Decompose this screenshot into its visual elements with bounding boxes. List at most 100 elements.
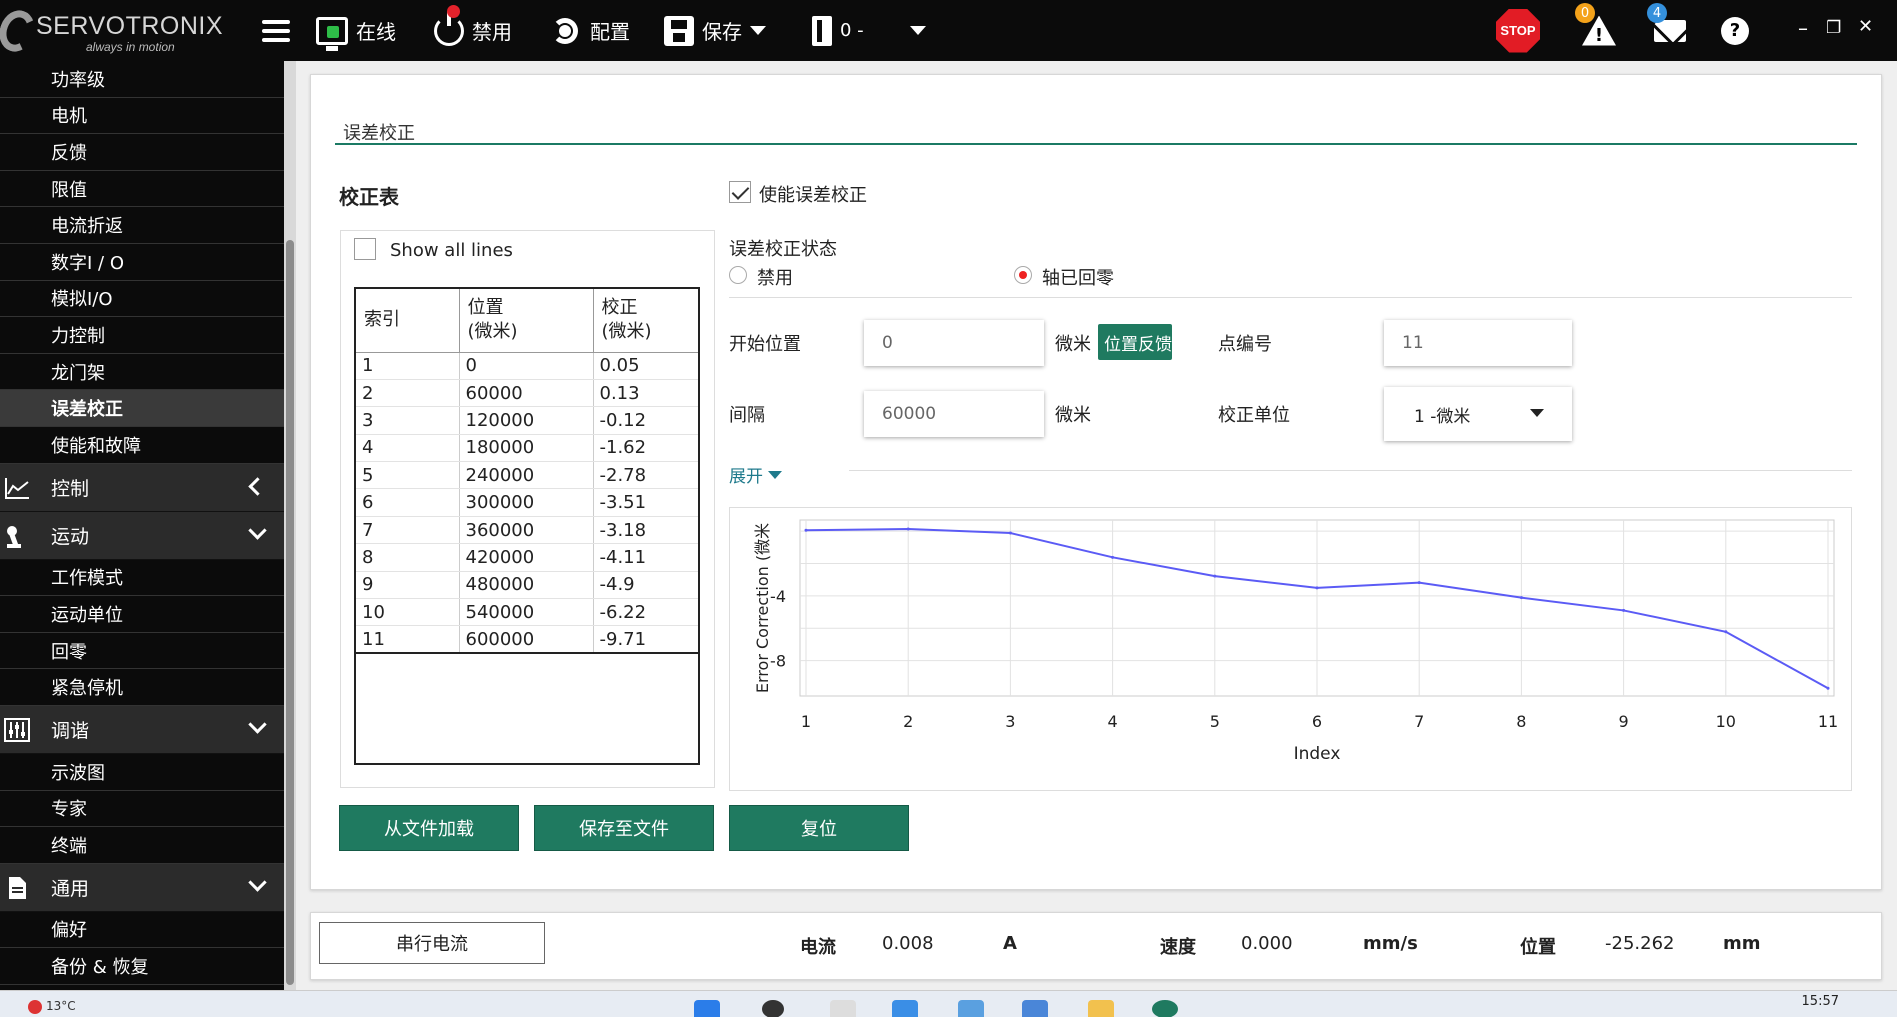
sidebar-item-3[interactable]: 反馈: [0, 134, 284, 171]
document-icon: [9, 876, 26, 899]
sidebar-item-9[interactable]: 龙门架: [0, 354, 284, 391]
sidebar-item-2[interactable]: 电机: [0, 98, 284, 135]
sidebar-tuning-item-3[interactable]: 终端: [0, 827, 284, 864]
enable-correction-checkbox[interactable]: [729, 181, 751, 203]
sidebar-item-4[interactable]: 限值: [0, 171, 284, 208]
sidebar-general-item-1[interactable]: 偏好: [0, 912, 284, 949]
position-feedback-button[interactable]: 位置反馈: [1098, 324, 1172, 360]
logo-brand: SERVOTRONIX: [36, 12, 224, 40]
table-row[interactable]: 6 300000 -3.51: [355, 488, 699, 517]
start-position-input[interactable]: 0: [864, 320, 1044, 366]
sidebar-motion-item-3[interactable]: 回零: [0, 633, 284, 670]
current-value: 0.008: [882, 933, 934, 954]
reset-button[interactable]: 复位: [729, 805, 909, 851]
menu-button[interactable]: [262, 0, 290, 61]
search-icon[interactable]: [762, 1000, 784, 1017]
status-disabled-label: 禁用: [757, 268, 793, 289]
task-view-icon[interactable]: [830, 1000, 856, 1017]
start-position-label: 开始位置: [729, 334, 801, 355]
caret-down-icon: [768, 470, 782, 479]
message-count-badge: 4: [1647, 3, 1667, 23]
table-row[interactable]: 8 420000 -4.11: [355, 543, 699, 572]
col-header-correction: 校正 (微米): [593, 288, 699, 353]
table-row[interactable]: 11 600000 -9.71: [355, 625, 699, 654]
sidebar-motion-item-4[interactable]: 紧急停机: [0, 669, 284, 706]
point-number-input[interactable]: 11: [1384, 320, 1572, 366]
y-tick-label: -4: [770, 587, 786, 606]
table-row[interactable]: 10 540000 -6.22: [355, 598, 699, 627]
sidebar-scroll-thumb[interactable]: [286, 240, 294, 985]
edge-icon[interactable]: [892, 1000, 918, 1017]
restore-button[interactable]: ❐: [1826, 18, 1841, 38]
interval-input[interactable]: 60000: [864, 391, 1044, 437]
close-button[interactable]: ✕: [1858, 16, 1873, 37]
online-button[interactable]: 在线: [316, 0, 396, 61]
table-row[interactable]: 7 360000 -3.18: [355, 516, 699, 545]
weather-widget[interactable]: 13°C: [28, 999, 76, 1014]
power-icon: [434, 4, 464, 46]
sidebar-group-general[interactable]: 通用: [0, 863, 284, 912]
divider: [729, 297, 1852, 298]
top-toolbar: SERVOTRONIX always in motion 在线 禁用 配置 保存…: [0, 0, 1897, 61]
status-homed-radio: [1014, 266, 1032, 284]
cell-position: 120000: [459, 406, 594, 435]
disable-button[interactable]: 禁用: [434, 0, 512, 61]
folder-icon[interactable]: [1088, 1000, 1114, 1017]
sidebar: 功率级 电机 反馈 限值 电流折返 数字I / O 模拟I/O 力控制 龙门架 误差校正 使能和故障…: [0, 61, 284, 990]
save-button[interactable]: 保存: [664, 0, 766, 61]
sidebar-item-5[interactable]: 电流折返: [0, 207, 284, 244]
status-disabled-radio: [729, 266, 747, 284]
table-row[interactable]: 5 240000 -2.78: [355, 461, 699, 490]
load-from-file-button[interactable]: 从文件加载: [339, 805, 519, 851]
sidebar-motion-item-2[interactable]: 运动单位: [0, 596, 284, 633]
show-all-lines-checkbox[interactable]: [354, 238, 376, 260]
table-row[interactable]: 2 60000 0.13: [355, 379, 699, 408]
sidebar-tuning-item-2[interactable]: 专家: [0, 791, 284, 828]
sidebar-item-7[interactable]: 模拟I/O: [0, 281, 284, 318]
caret-down-icon: [909, 26, 926, 35]
sliders-icon: [4, 717, 30, 742]
sidebar-group-motion[interactable]: 运动: [0, 511, 284, 560]
start-icon[interactable]: [694, 1000, 720, 1017]
minimize-button[interactable]: –: [1798, 16, 1808, 40]
sidebar-item-6[interactable]: 数字I / O: [0, 244, 284, 281]
cell-position: 180000: [459, 434, 594, 463]
sidebar-item-11[interactable]: 使能和故障: [0, 427, 284, 464]
os-taskbar: 13°C 15:57: [0, 990, 1897, 1017]
x-tick-label: 6: [1312, 712, 1322, 731]
store-icon[interactable]: [958, 1000, 984, 1017]
table-row[interactable]: 1 0 0.05: [355, 352, 699, 380]
serial-current-button[interactable]: 串行电流: [319, 922, 545, 964]
sidebar-item-10[interactable]: 误差校正: [0, 390, 284, 427]
servotronix-logo: SERVOTRONIX always in motion: [0, 5, 223, 57]
weather-icon: [28, 999, 42, 1014]
expand-toggle[interactable]: 展开: [729, 462, 782, 487]
config-button[interactable]: 配置: [546, 0, 630, 61]
sidebar-group-tuning[interactable]: 调谐: [0, 705, 284, 754]
correction-unit-select[interactable]: 1 -微米: [1384, 387, 1572, 441]
sidebar-item-8[interactable]: 力控制: [0, 317, 284, 354]
col-header-position: 位置 (微米): [459, 288, 594, 353]
sidebar-item-1[interactable]: 功率级: [0, 61, 284, 98]
drive-icon: [812, 15, 832, 46]
save-to-file-button[interactable]: 保存至文件: [534, 805, 714, 851]
speed-unit: mm/s: [1363, 933, 1418, 954]
drive-select[interactable]: 0 -: [812, 0, 926, 61]
servotronix-app-icon[interactable]: [1152, 1000, 1178, 1017]
cell-correction: 0.05: [593, 352, 699, 380]
table-row[interactable]: 9 480000 -4.9: [355, 571, 699, 600]
sidebar-group-control[interactable]: 控制: [0, 463, 284, 512]
correction-unit-value: 1 -微米: [1414, 406, 1471, 427]
table-row[interactable]: 3 120000 -0.12: [355, 406, 699, 435]
sidebar-tuning-item-1[interactable]: 示波图: [0, 754, 284, 791]
sidebar-motion-item-1[interactable]: 工作模式: [0, 560, 284, 597]
data-point: [1826, 686, 1830, 690]
x-tick-label: 5: [1210, 712, 1220, 731]
sidebar-general-item-2[interactable]: 备份 & 恢复: [0, 948, 284, 985]
cell-position: 480000: [459, 571, 594, 600]
stop-button[interactable]: STOP: [1496, 0, 1540, 61]
help-button[interactable]: ?: [1721, 0, 1749, 61]
interval-label: 间隔: [729, 405, 765, 426]
app-icon[interactable]: [1022, 1000, 1048, 1017]
table-row[interactable]: 4 180000 -1.62: [355, 434, 699, 463]
